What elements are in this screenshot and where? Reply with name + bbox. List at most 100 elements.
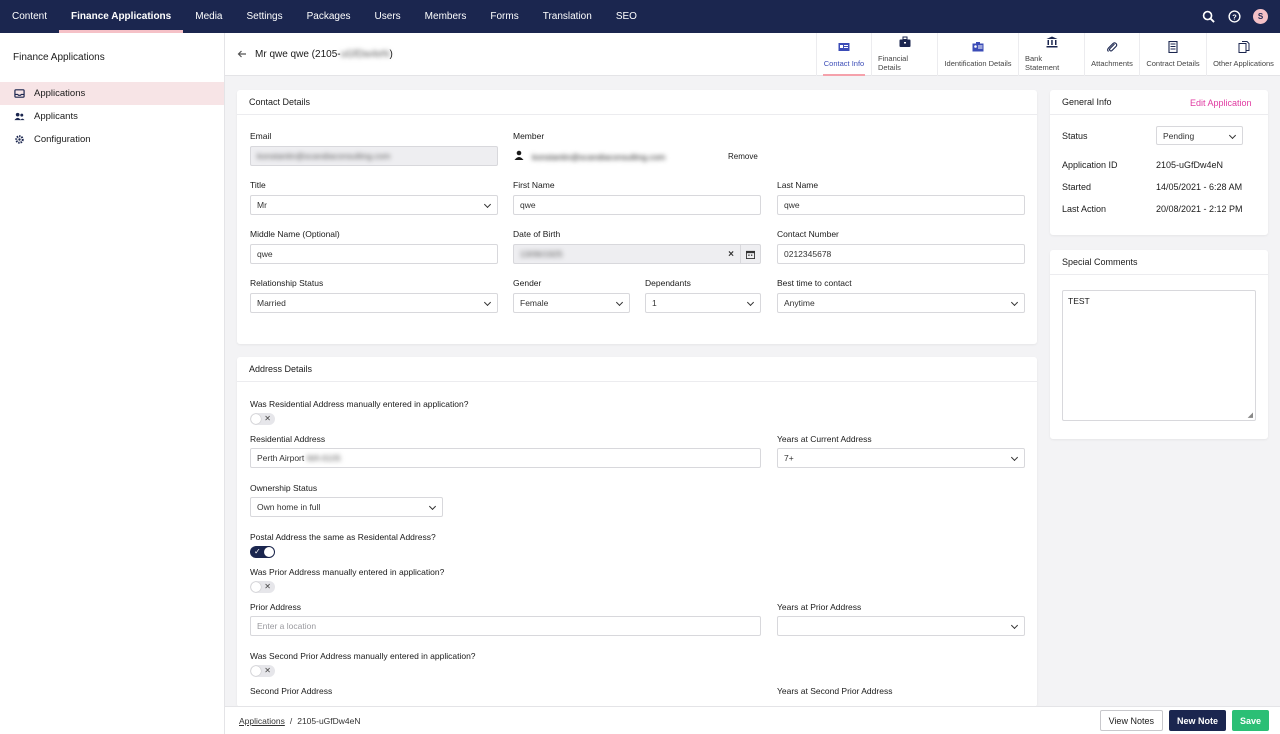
residential-manual-toggle[interactable]: ✕ [250, 413, 275, 425]
save-button[interactable]: Save [1231, 710, 1269, 731]
toggle-knob [251, 414, 261, 424]
dob-input[interactable]: 13/06/1925 × [513, 244, 761, 264]
contact-details-heading: Contact Details [237, 90, 1037, 115]
edit-application-link[interactable]: Edit Application [1190, 98, 1252, 108]
middle-name-value: qwe [257, 249, 273, 259]
nav-tab-translation[interactable]: Translation [531, 0, 604, 33]
nav-tab-members[interactable]: Members [413, 0, 479, 33]
nav-tab-settings[interactable]: Settings [234, 0, 294, 33]
resize-handle-icon[interactable]: ◢ [1248, 411, 1253, 419]
gear-icon [15, 135, 24, 144]
prior-manual-toggle[interactable]: ✕ [250, 581, 275, 593]
best-time-select[interactable]: Anytime [777, 293, 1025, 313]
footer-actions: View Notes New Note Save [1099, 710, 1269, 731]
special-comments-textarea[interactable]: TEST ◢ [1062, 290, 1256, 421]
years-current-value: 7+ [784, 453, 794, 463]
search-icon[interactable] [1201, 10, 1215, 24]
tab-label: Other Applications [1213, 58, 1274, 68]
middle-name-input[interactable]: qwe [250, 244, 498, 264]
sidebar: Finance Applications Applications Applic… [0, 33, 225, 734]
sidebar-item-label: Configuration [34, 134, 91, 145]
avatar[interactable]: S [1253, 9, 1268, 24]
breadcrumb-current: 2105-uGfDw4eN [297, 715, 361, 726]
tab-contact-info[interactable]: Contact Info [816, 32, 871, 76]
bank-icon [1046, 36, 1057, 48]
nav-tab-media[interactable]: Media [183, 0, 234, 33]
users-icon [14, 112, 25, 121]
nav-tab-label: Content [12, 11, 48, 22]
sidebar-item-applicants[interactable]: Applicants [0, 105, 224, 128]
inbox-icon [14, 89, 25, 98]
sidebar-item-configuration[interactable]: Configuration [0, 128, 224, 151]
page-header: Mr qwe qwe (2105- uGfDw4eN) Contact Info … [225, 32, 1280, 76]
prior-manual-label: Was Prior Address manually entered in ap… [250, 567, 445, 577]
tab-attachments[interactable]: Attachments [1084, 32, 1139, 76]
nav-tab-label: Finance Applications [71, 11, 172, 22]
tab-bank-statement[interactable]: Bank Statement [1018, 32, 1084, 76]
status-value: Pending [1163, 130, 1195, 141]
prior-address-label: Prior Address [250, 602, 302, 612]
nav-tab-packages[interactable]: Packages [295, 0, 363, 33]
nav-tab-seo[interactable]: SEO [604, 0, 649, 33]
dob-value: 13/06/1925 [520, 249, 563, 259]
second-prior-address-label: Second Prior Address [250, 686, 333, 696]
general-info-heading: General Info [1062, 97, 1112, 107]
last-name-value: qwe [784, 200, 800, 210]
relationship-value: Married [257, 298, 286, 308]
title-select[interactable]: Mr [250, 195, 498, 215]
tab-label: Contact Info [823, 58, 865, 68]
paperclip-icon [1107, 41, 1118, 52]
residential-address-value: Perth Airport [257, 453, 305, 463]
gender-select[interactable]: Female [513, 293, 630, 313]
special-comments-value: TEST [1068, 296, 1090, 306]
application-id-label: Application ID [1062, 160, 1118, 170]
contact-number-value: 0212345678 [784, 249, 832, 259]
second-manual-toggle[interactable]: ✕ [250, 665, 275, 677]
breadcrumb-applications-link[interactable]: Applications [239, 716, 285, 726]
first-name-input[interactable]: qwe [513, 195, 761, 215]
view-notes-button[interactable]: View Notes [1099, 710, 1163, 731]
tab-other-applications[interactable]: Other Applications [1206, 32, 1280, 76]
briefcase-icon [899, 36, 910, 47]
email-field: konstantin@scandiaconsulting.com [250, 146, 498, 166]
residential-address-redacted: WA 6105 [306, 453, 341, 463]
sidebar-item-applications[interactable]: Applications [0, 82, 224, 105]
top-nav: Content Finance Applications Media Setti… [0, 0, 1280, 33]
nav-tab-label: Media [195, 11, 223, 22]
tab-label: Contract Details [1146, 58, 1200, 68]
ownership-select[interactable]: Own home in full [250, 497, 443, 517]
postal-same-toggle[interactable]: ✓ [250, 546, 275, 558]
years-prior-select[interactable] [777, 616, 1025, 636]
page-title-end: ) [389, 48, 393, 60]
page-title-redacted: uGfDw4eN [340, 48, 390, 60]
relationship-select[interactable]: Married [250, 293, 498, 313]
nav-actions: ? S [1201, 0, 1280, 33]
help-icon[interactable]: ? [1227, 10, 1241, 24]
back-arrow-icon[interactable] [237, 49, 247, 59]
new-note-button[interactable]: New Note [1168, 710, 1226, 731]
remove-member-link[interactable]: Remove [728, 152, 758, 161]
tab-financial-details[interactable]: Financial Details [871, 32, 937, 76]
contact-number-label: Contact Number [777, 229, 839, 239]
breadcrumb: Applications / 2105-uGfDw4eN [239, 716, 361, 726]
nav-tab-users[interactable]: Users [363, 0, 413, 33]
postal-same-label: Postal Address the same as Residental Ad… [250, 532, 436, 542]
dependants-select[interactable]: 1 [645, 293, 761, 313]
tab-identification-details[interactable]: Identification Details [937, 32, 1018, 76]
best-time-label: Best time to contact [777, 278, 852, 288]
sidebar-item-label: Applications [34, 88, 86, 99]
prior-address-input[interactable]: Enter a location [250, 616, 761, 636]
status-select[interactable]: Pending [1156, 126, 1243, 145]
nav-tab-finance-applications[interactable]: Finance Applications [59, 0, 184, 33]
tab-contract-details[interactable]: Contract Details [1139, 32, 1206, 76]
contact-number-input[interactable]: 0212345678 [777, 244, 1025, 264]
nav-tab-label: Settings [246, 11, 283, 22]
calendar-icon[interactable] [740, 245, 760, 263]
started-value: 14/05/2021 - 6:28 AM [1156, 182, 1243, 192]
nav-tab-content[interactable]: Content [0, 0, 59, 33]
years-current-select[interactable]: 7+ [777, 448, 1025, 468]
last-name-input[interactable]: qwe [777, 195, 1025, 215]
nav-tab-forms[interactable]: Forms [478, 0, 530, 33]
clear-icon[interactable]: × [728, 249, 734, 260]
residential-address-input[interactable]: Perth Airport WA 6105 [250, 448, 761, 468]
